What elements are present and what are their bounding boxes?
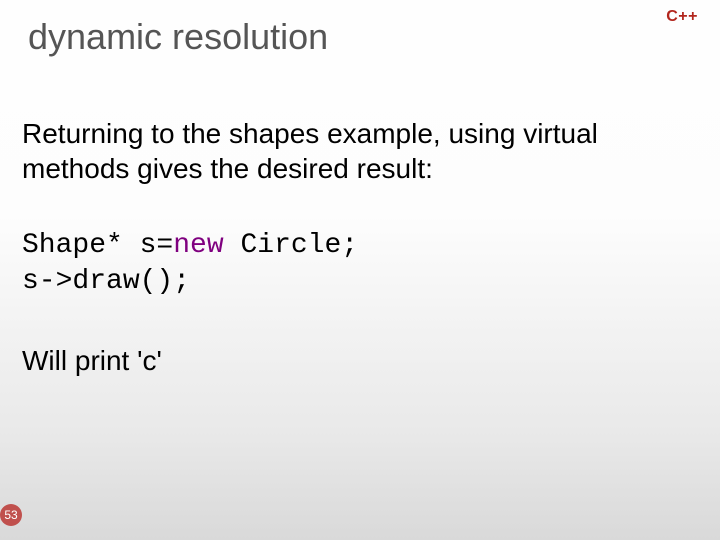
slide-title: dynamic resolution (28, 16, 328, 58)
code-keyword-new: new (173, 230, 223, 261)
slide-body: Returning to the shapes example, using v… (22, 116, 698, 377)
slide: dynamic resolution C++ Returning to the … (0, 0, 720, 540)
code-block: Shape* s=new Circle; s->draw(); (22, 228, 698, 301)
code-line-2: s->draw(); (22, 266, 190, 297)
page-number-badge: 53 (0, 504, 22, 526)
code-line-1-post: Circle; (224, 230, 358, 261)
outcome-text: Will print 'c' (22, 345, 698, 377)
intro-paragraph: Returning to the shapes example, using v… (22, 116, 698, 186)
code-line-1-pre: Shape* s= (22, 230, 173, 261)
language-tag: C++ (666, 8, 698, 26)
